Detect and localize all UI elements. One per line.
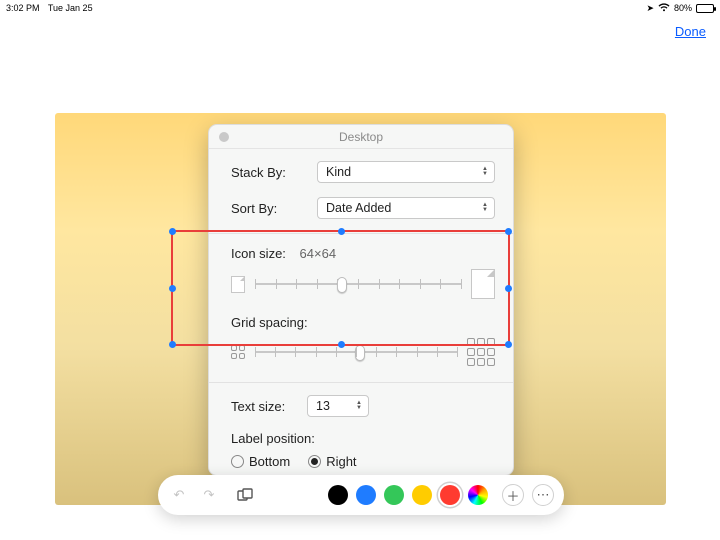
chevron-updown-icon: ▲▼ (482, 203, 488, 213)
status-time: 3:02 PM (6, 3, 40, 13)
resize-handle[interactable] (338, 341, 345, 348)
ipad-status-bar: 3:02 PM Tue Jan 25 ➤ 80% (0, 0, 720, 16)
resize-handle[interactable] (169, 228, 176, 235)
text-size-label: Text size: (231, 399, 307, 414)
label-position-bottom[interactable]: Bottom (231, 454, 290, 469)
chevron-updown-icon: ▲▼ (356, 401, 362, 411)
resize-handle[interactable] (169, 341, 176, 348)
sort-by-popup[interactable]: Date Added ▲▼ (317, 197, 495, 219)
resize-handle[interactable] (505, 285, 512, 292)
stack-by-popup[interactable]: Kind ▲▼ (317, 161, 495, 183)
color-black[interactable] (328, 485, 348, 505)
markup-selection-rect[interactable] (171, 230, 510, 346)
stack-by-label: Stack By: (231, 165, 317, 180)
done-button[interactable]: Done (675, 24, 706, 39)
color-green[interactable] (384, 485, 404, 505)
status-date: Tue Jan 25 (48, 3, 93, 13)
resize-handle[interactable] (338, 228, 345, 235)
grid-spacing-slider[interactable] (255, 345, 457, 359)
window-title: Desktop (339, 130, 383, 144)
location-icon: ➤ (646, 3, 654, 14)
add-button[interactable]: ＋ (502, 484, 524, 506)
color-blue[interactable] (356, 485, 376, 505)
battery-icon (696, 4, 714, 13)
sort-by-value: Date Added (326, 201, 391, 215)
color-picker[interactable] (468, 485, 488, 505)
color-yellow[interactable] (412, 485, 432, 505)
text-size-value: 13 (316, 399, 330, 413)
traffic-light-close (219, 132, 229, 142)
text-size-popup[interactable]: 13 ▲▼ (307, 395, 369, 417)
label-position-label: Label position: (231, 431, 495, 446)
stack-by-value: Kind (326, 165, 351, 179)
window-titlebar: Desktop (209, 125, 513, 149)
label-position-right[interactable]: Right (308, 454, 356, 469)
resize-handle[interactable] (169, 285, 176, 292)
undo-button[interactable]: ↶ (168, 484, 190, 506)
markup-toolbar: ↶ ↷ ＋ ⋯ (158, 475, 564, 515)
chevron-updown-icon: ▲▼ (482, 167, 488, 177)
color-red[interactable] (440, 485, 460, 505)
sort-by-label: Sort By: (231, 201, 317, 216)
grid-tight-icon (231, 345, 245, 359)
more-button[interactable]: ⋯ (532, 484, 554, 506)
resize-handle[interactable] (505, 228, 512, 235)
redo-button[interactable]: ↷ (198, 484, 220, 506)
resize-handle[interactable] (505, 341, 512, 348)
shapes-button[interactable] (234, 484, 256, 506)
color-swatches (328, 485, 488, 505)
battery-pct: 80% (674, 3, 692, 13)
wifi-icon (658, 3, 670, 14)
